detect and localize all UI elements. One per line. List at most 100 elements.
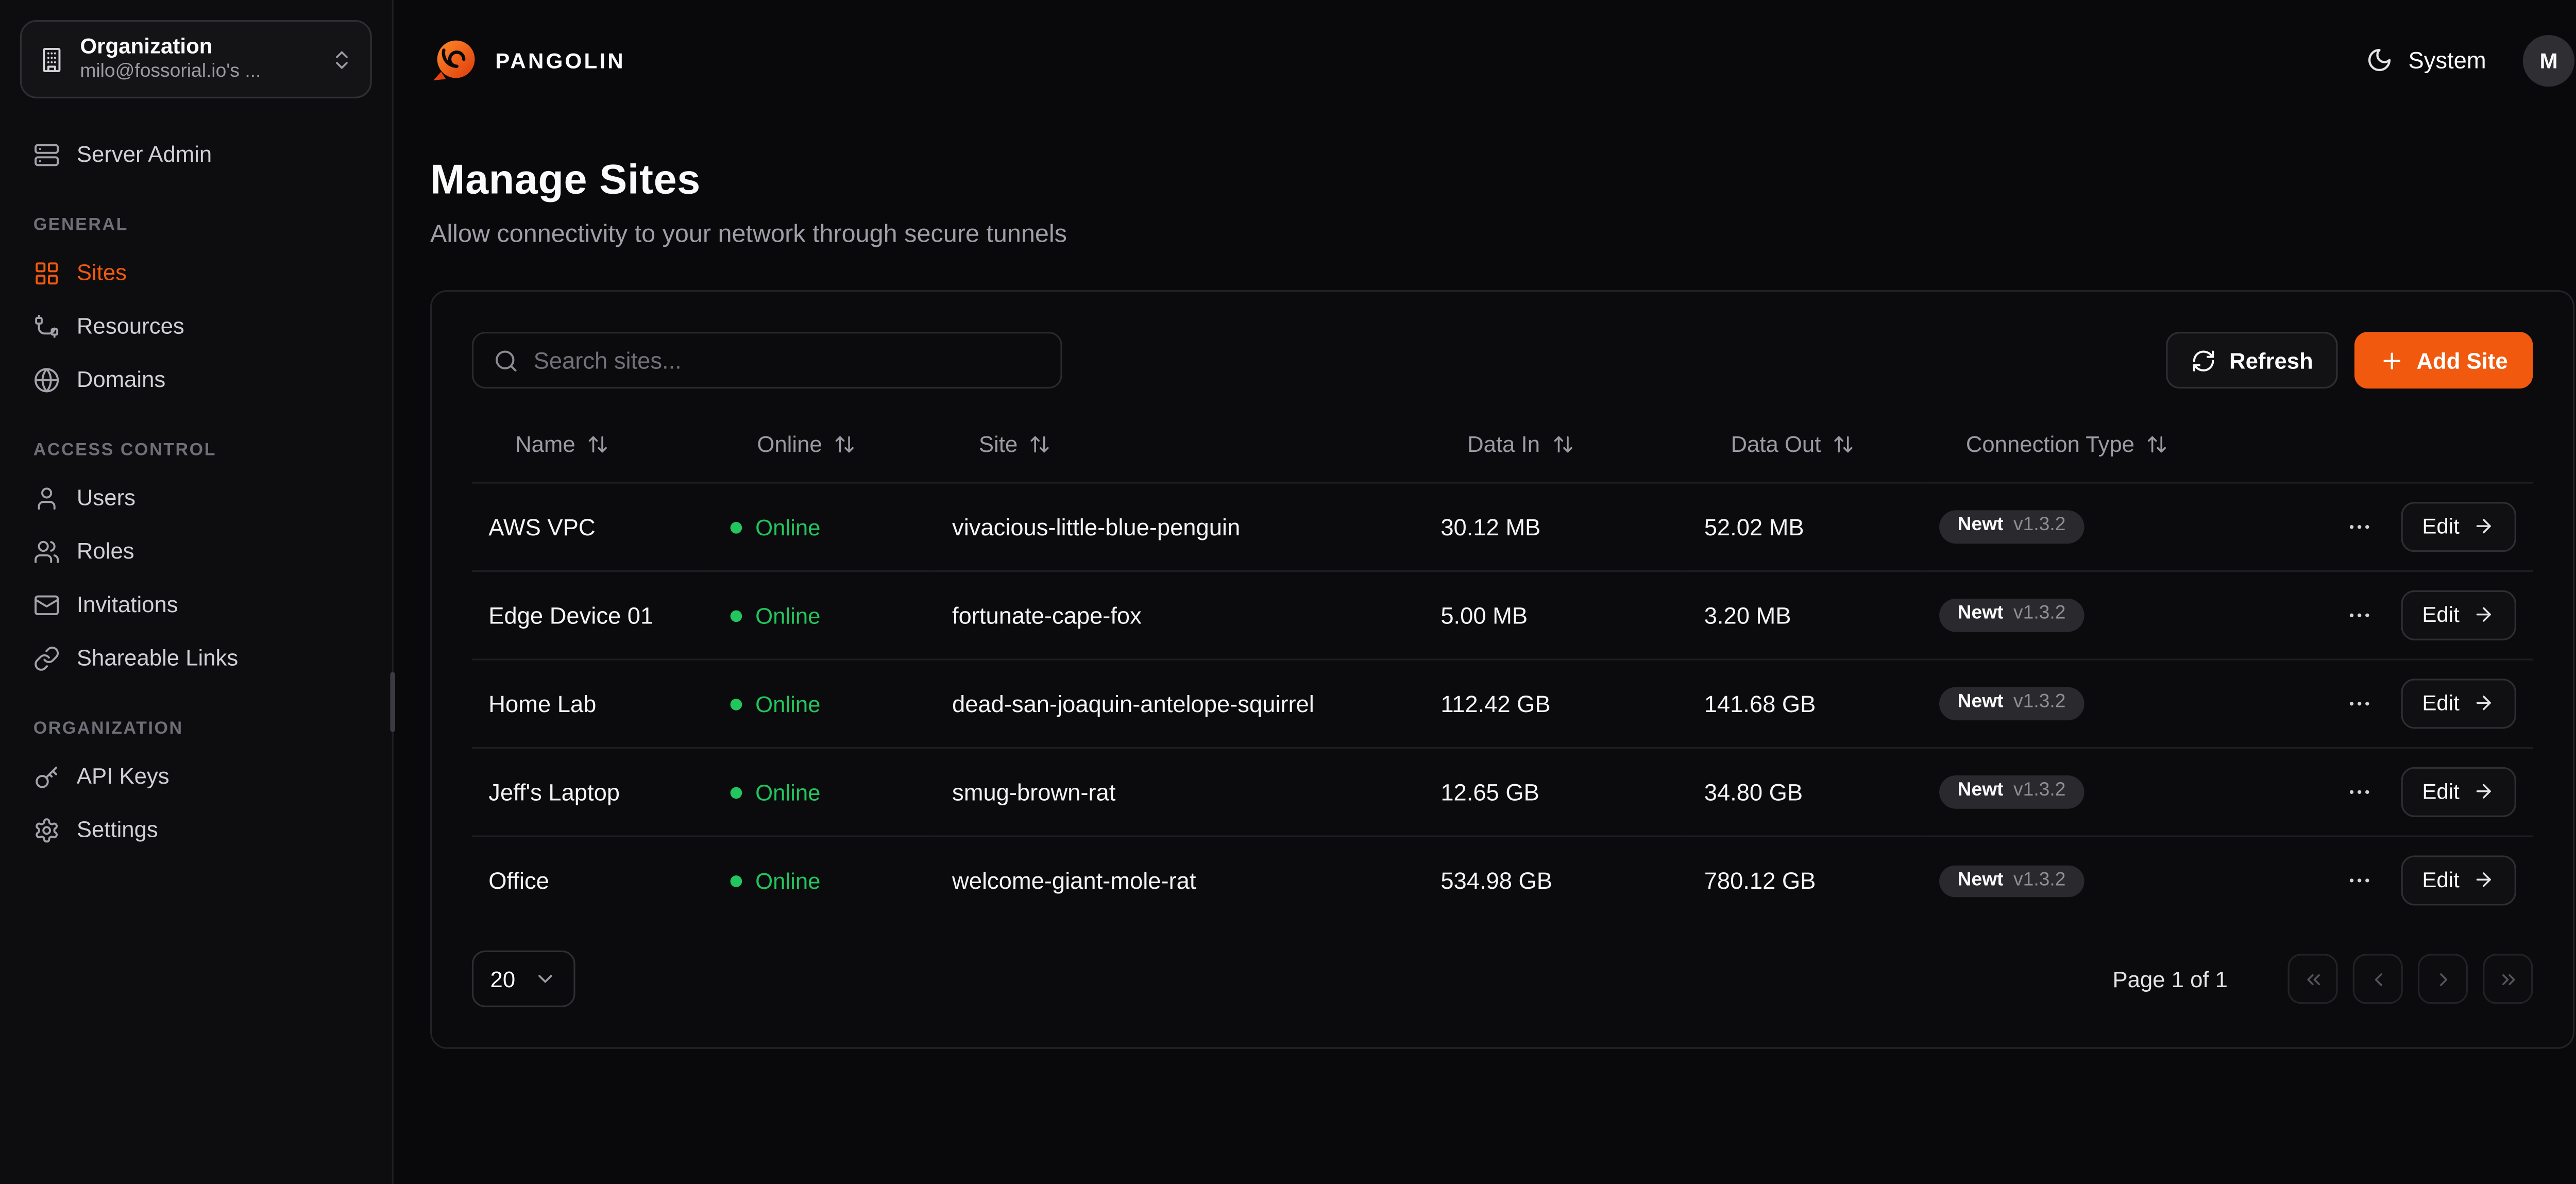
refresh-button[interactable]: Refresh bbox=[2166, 332, 2338, 388]
sidebar-item-label: Roles bbox=[77, 541, 134, 564]
site-slug: dead-san-joaquin-antelope-squirrel bbox=[952, 689, 1314, 716]
table-row: AWS VPC Online vivacious-little-blue-pen… bbox=[472, 482, 2533, 570]
link-icon bbox=[33, 646, 60, 672]
page-subtitle: Allow connectivity to your network throu… bbox=[430, 220, 2574, 248]
online-status: Online bbox=[731, 692, 821, 717]
chevrons-up-down-icon bbox=[330, 48, 353, 71]
row-menu-button[interactable] bbox=[2342, 774, 2376, 808]
page-title: Manage Sites bbox=[430, 157, 2574, 205]
sort-icon[interactable] bbox=[2146, 434, 2168, 455]
sites-toolbar: Refresh Add Site bbox=[472, 332, 2533, 388]
section-label-organization: ORGANIZATION bbox=[33, 719, 359, 739]
sort-icon[interactable] bbox=[834, 434, 855, 455]
arrow-right-icon bbox=[2473, 515, 2495, 537]
sidebar-item-invitations[interactable]: Invitations bbox=[20, 579, 372, 633]
user-avatar[interactable]: M bbox=[2523, 34, 2574, 86]
sidebar-item-roles[interactable]: Roles bbox=[20, 526, 372, 579]
connection-version-label: v1.3.2 bbox=[2013, 606, 2065, 625]
column-label: Data Out bbox=[1731, 432, 1821, 458]
search-input[interactable] bbox=[534, 347, 1041, 374]
connection-type-badge: Newtv1.3.2 bbox=[1939, 865, 2084, 897]
row-menu-button[interactable] bbox=[2342, 598, 2376, 631]
prev-page-button[interactable] bbox=[2353, 954, 2403, 1004]
online-dot-icon bbox=[731, 699, 742, 711]
edit-label: Edit bbox=[2422, 779, 2460, 804]
org-selector[interactable]: Organization milo@fossorial.io's ... bbox=[20, 20, 372, 99]
connection-version-label: v1.3.2 bbox=[2013, 694, 2065, 713]
next-page-button[interactable] bbox=[2418, 954, 2468, 1004]
column-header-actions bbox=[2331, 409, 2533, 482]
sidebar-item-users[interactable]: Users bbox=[20, 472, 372, 526]
key-icon bbox=[33, 764, 60, 791]
sort-icon[interactable] bbox=[1833, 434, 1854, 455]
column-header-data-in[interactable]: Data In bbox=[1424, 409, 1687, 482]
page-indicator: Page 1 of 1 bbox=[2112, 967, 2228, 992]
online-status: Online bbox=[731, 869, 821, 894]
sort-icon[interactable] bbox=[587, 434, 608, 455]
edit-button[interactable]: Edit bbox=[2400, 855, 2516, 905]
online-dot-icon bbox=[731, 876, 742, 888]
sidebar-nav: Server Admin GENERAL Sites Resources Do bbox=[20, 129, 372, 857]
server-icon bbox=[33, 142, 60, 169]
org-selector-label: Organization bbox=[80, 33, 315, 61]
column-header-online[interactable]: Online bbox=[714, 409, 935, 482]
theme-toggle[interactable]: System bbox=[2367, 47, 2486, 74]
site-slug: smug-brown-rat bbox=[952, 778, 1115, 805]
sites-table-body: AWS VPC Online vivacious-little-blue-pen… bbox=[472, 482, 2533, 924]
row-menu-button[interactable] bbox=[2342, 864, 2376, 897]
sidebar: Organization milo@fossorial.io's ... Ser… bbox=[0, 0, 394, 1184]
sidebar-item-server-admin[interactable]: Server Admin bbox=[20, 129, 372, 182]
table-row: Office Online welcome-giant-mole-rat 534… bbox=[472, 835, 2533, 924]
cable-icon bbox=[33, 314, 60, 341]
sidebar-item-label: Shareable Links bbox=[77, 648, 238, 670]
rows-per-page-value: 20 bbox=[490, 967, 516, 992]
edit-button[interactable]: Edit bbox=[2400, 589, 2516, 639]
grid-icon bbox=[33, 261, 60, 287]
row-menu-button[interactable] bbox=[2342, 686, 2376, 720]
sidebar-item-shareable-links[interactable]: Shareable Links bbox=[20, 632, 372, 686]
sidebar-scrollbar-thumb[interactable] bbox=[390, 672, 395, 732]
column-header-name[interactable]: Name bbox=[472, 409, 714, 482]
sidebar-item-settings[interactable]: Settings bbox=[20, 804, 372, 858]
section-label-general: GENERAL bbox=[33, 215, 359, 235]
site-name: Jeff's Laptop bbox=[488, 778, 620, 805]
data-in-value: 112.42 GB bbox=[1440, 689, 1550, 716]
app-window: Organization milo@fossorial.io's ... Ser… bbox=[0, 0, 2576, 1184]
edit-label: Edit bbox=[2422, 514, 2460, 539]
plus-icon bbox=[2380, 348, 2405, 373]
brand[interactable]: PANGOLIN bbox=[430, 35, 625, 85]
table-row: Jeff's Laptop Online smug-brown-rat 12.6… bbox=[472, 747, 2533, 836]
sidebar-item-label: Server Admin bbox=[77, 144, 212, 167]
online-label: Online bbox=[755, 604, 820, 629]
row-menu-button[interactable] bbox=[2342, 510, 2376, 543]
connection-version-label: v1.3.2 bbox=[2013, 517, 2065, 536]
mail-icon bbox=[33, 593, 60, 619]
add-site-button[interactable]: Add Site bbox=[2355, 332, 2533, 388]
edit-label: Edit bbox=[2422, 690, 2460, 716]
rows-per-page-select[interactable]: 20 bbox=[472, 951, 575, 1007]
online-dot-icon bbox=[731, 522, 742, 534]
edit-button[interactable]: Edit bbox=[2400, 766, 2516, 816]
user-icon bbox=[33, 485, 60, 512]
brand-name: PANGOLIN bbox=[495, 47, 625, 73]
data-in-value: 30.12 MB bbox=[1440, 513, 1540, 539]
sidebar-item-label: Resources bbox=[77, 316, 184, 339]
sidebar-item-resources[interactable]: Resources bbox=[20, 300, 372, 354]
pangolin-logo-icon bbox=[430, 35, 480, 85]
column-header-site[interactable]: Site bbox=[936, 409, 1424, 482]
online-label: Online bbox=[755, 692, 820, 717]
sort-icon[interactable] bbox=[1552, 434, 1573, 455]
sidebar-item-domains[interactable]: Domains bbox=[20, 354, 372, 408]
table-row: Home Lab Online dead-san-joaquin-antelop… bbox=[472, 658, 2533, 747]
edit-button[interactable]: Edit bbox=[2400, 678, 2516, 728]
sidebar-item-sites[interactable]: Sites bbox=[20, 247, 372, 301]
last-page-button[interactable] bbox=[2483, 954, 2533, 1004]
sidebar-item-label: API Keys bbox=[77, 766, 170, 789]
column-header-data-out[interactable]: Data Out bbox=[1687, 409, 1922, 482]
column-label: Connection Type bbox=[1966, 432, 2134, 458]
sort-icon[interactable] bbox=[1029, 434, 1051, 455]
edit-button[interactable]: Edit bbox=[2400, 501, 2516, 551]
sidebar-item-api-keys[interactable]: API Keys bbox=[20, 751, 372, 804]
column-header-connection-type[interactable]: Connection Type bbox=[1923, 409, 2331, 482]
first-page-button[interactable] bbox=[2287, 954, 2337, 1004]
